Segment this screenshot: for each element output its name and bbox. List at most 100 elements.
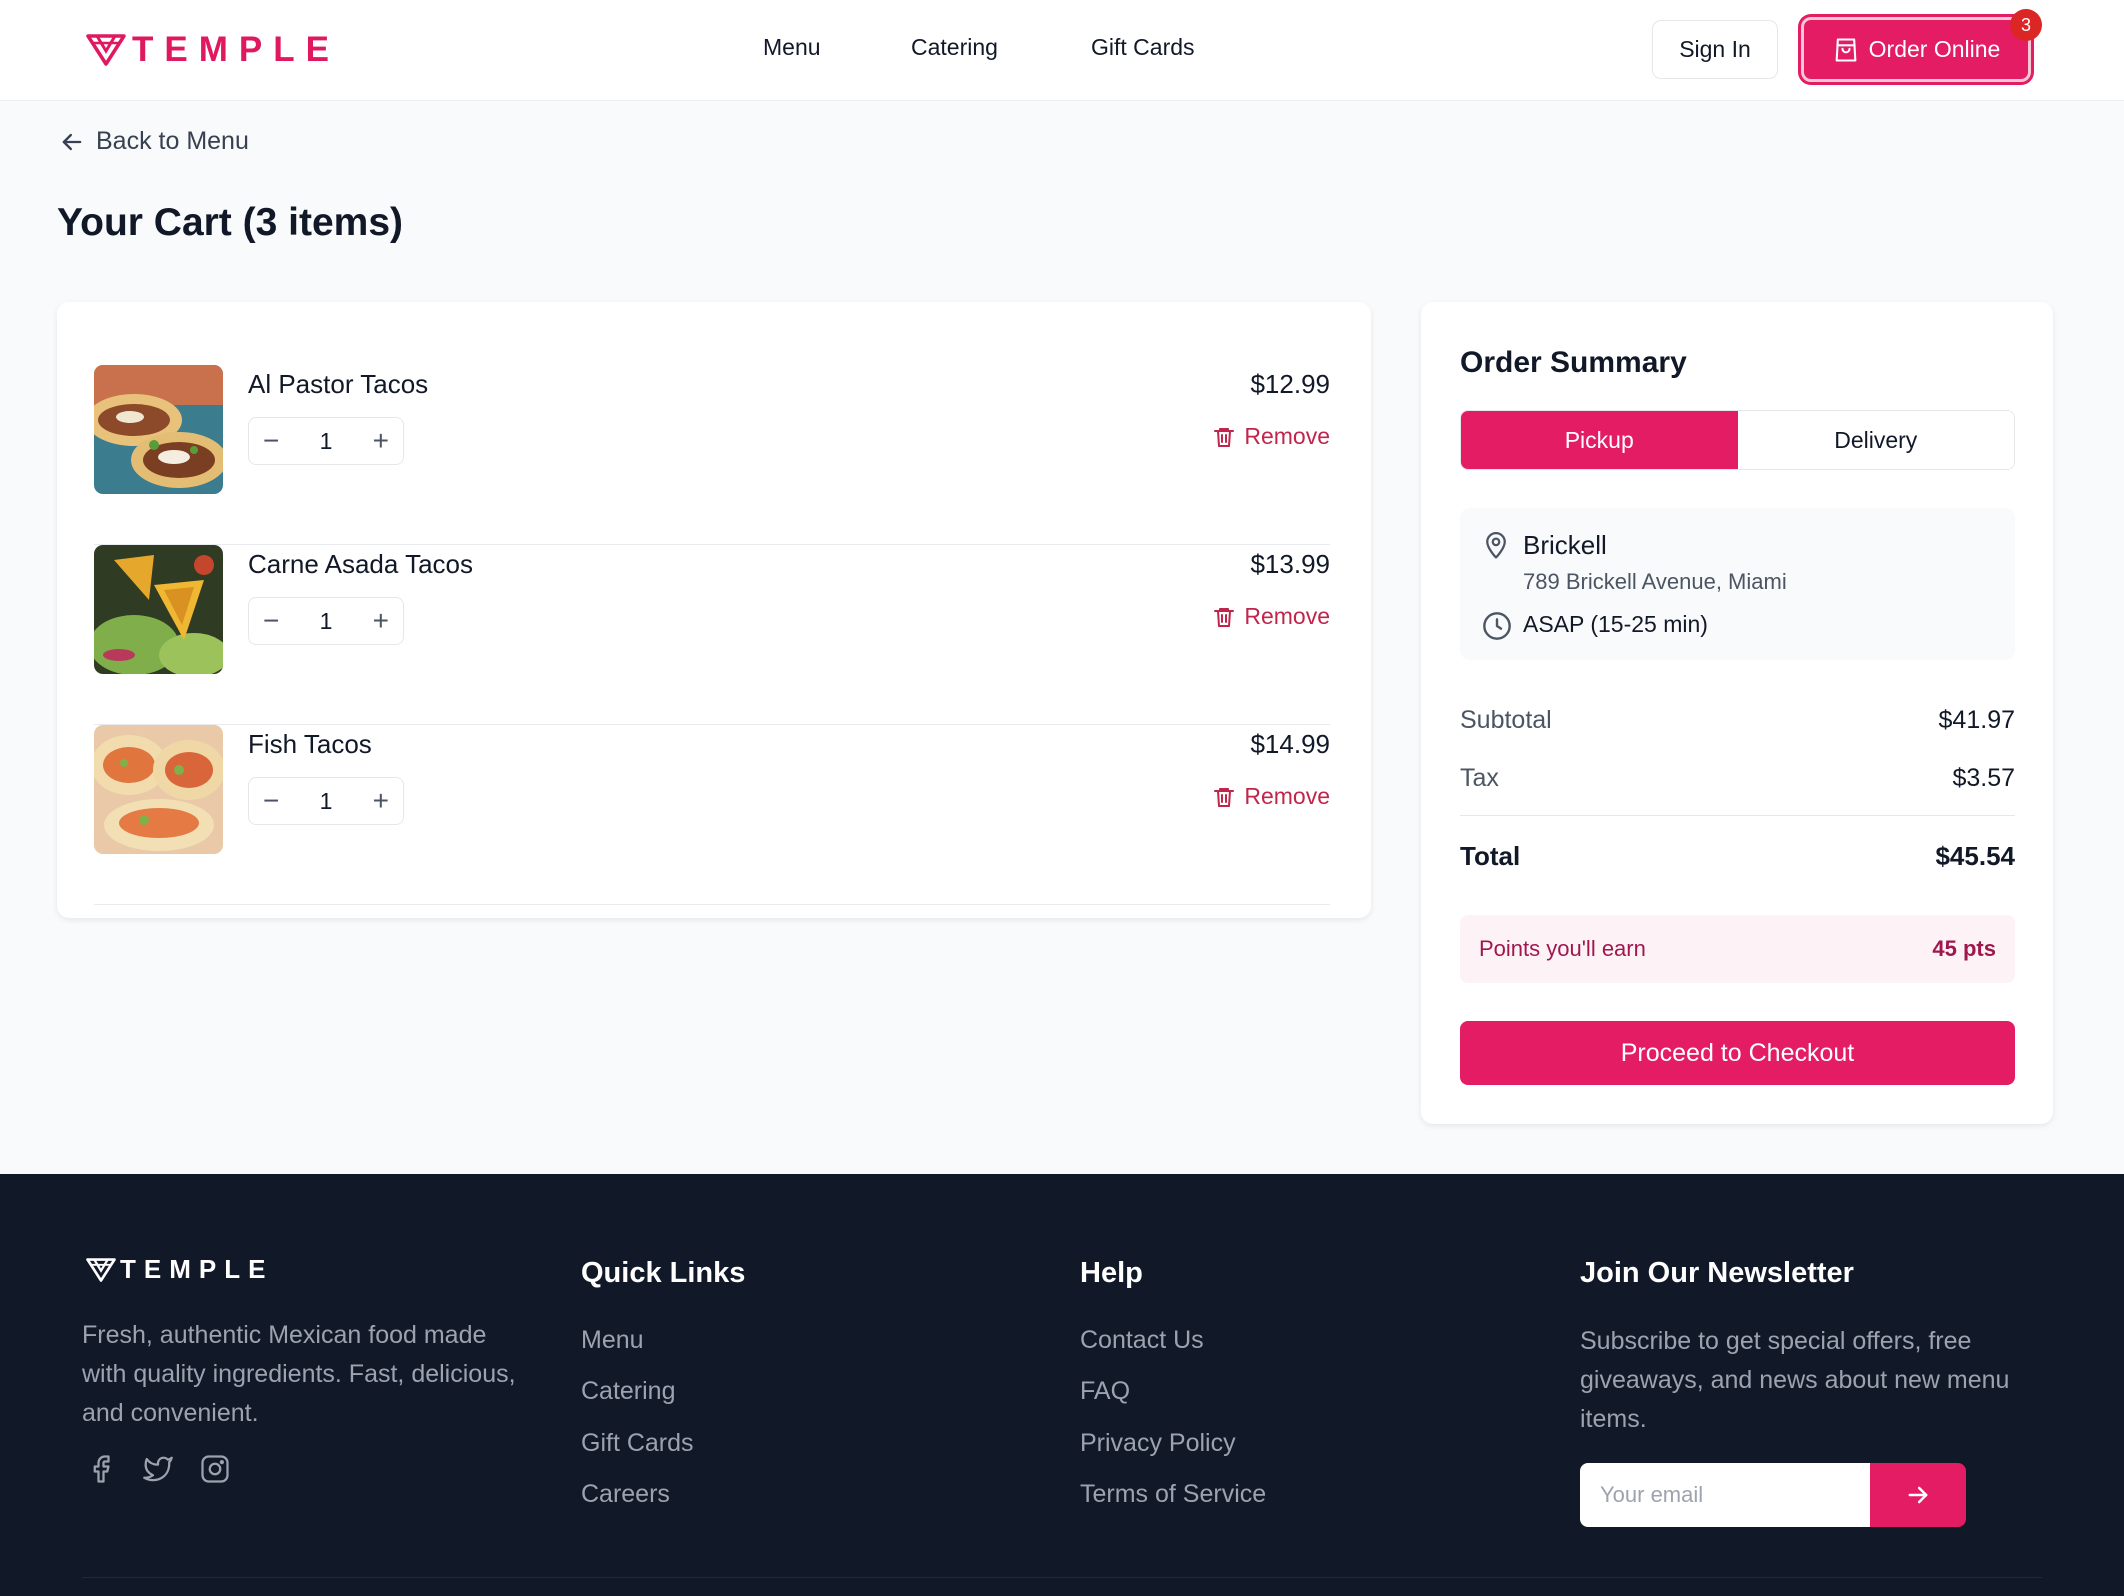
newsletter-title: Join Our Newsletter — [1580, 1257, 1854, 1289]
delivery-tab[interactable]: Delivery — [1737, 411, 2014, 469]
item-image-al-pastor — [94, 365, 223, 494]
location-address: 789 Brickell Avenue, Miami — [1523, 569, 1787, 594]
proceed-to-checkout-button[interactable]: Proceed to Checkout — [1460, 1021, 2015, 1085]
arrow-right-icon — [1908, 1486, 1928, 1504]
site-header: TEMPLE Menu Catering Gift Cards Sign In … — [0, 0, 2124, 101]
footer-link-privacy-policy[interactable]: Privacy Policy — [1080, 1429, 1236, 1458]
order-online-button[interactable]: Order Online — [1801, 17, 2031, 82]
total-row: Total $45.54 — [1460, 841, 2015, 872]
order-online-label: Order Online — [1868, 36, 2001, 62]
cart-item: Fish Tacos − 1 + $14.99 Remove — [94, 725, 1330, 905]
footer-link-contact-us[interactable]: Contact Us — [1080, 1326, 1204, 1355]
newsletter-email-input[interactable] — [1580, 1463, 1870, 1527]
help-title: Help — [1080, 1257, 1143, 1289]
twitter-icon[interactable] — [142, 1454, 174, 1484]
decrease-quantity-button[interactable]: − — [263, 787, 279, 815]
pickup-location-box: Brickell 789 Brickell Avenue, Miami ASAP… — [1460, 508, 2015, 660]
total-value: $45.54 — [1935, 841, 2015, 871]
item-price: $13.99 — [1250, 549, 1330, 579]
footer-link-gift-cards[interactable]: Gift Cards — [581, 1429, 694, 1458]
sign-in-button[interactable]: Sign In — [1652, 20, 1778, 79]
remove-label: Remove — [1244, 783, 1330, 809]
nav-menu[interactable]: Menu — [763, 34, 821, 61]
facebook-icon[interactable] — [86, 1454, 116, 1484]
order-summary-card: Order Summary Pickup Delivery Brickell 7… — [1421, 302, 2053, 1124]
pickup-time: ASAP (15-25 min) — [1523, 611, 1708, 637]
subtotal-value: $41.97 — [1938, 706, 2015, 734]
footer-link-terms-of-service[interactable]: Terms of Service — [1080, 1480, 1266, 1509]
temple-logo[interactable]: TEMPLE — [86, 30, 340, 70]
quantity-stepper: − 1 + — [248, 417, 404, 465]
cart-item: Al Pastor Tacos − 1 + $12.99 Remove — [94, 365, 1330, 545]
trash-icon — [1214, 787, 1235, 807]
page-title: Your Cart (3 items) — [57, 201, 404, 244]
quantity-value: 1 — [319, 427, 333, 454]
fulfillment-toggle: Pickup Delivery — [1460, 410, 2015, 470]
arrow-left-icon — [62, 133, 82, 150]
location-name: Brickell — [1523, 530, 1607, 560]
item-image-carne-asada — [94, 545, 223, 674]
footer-brand-name: TEMPLE — [120, 1254, 274, 1284]
shopping-bag-icon — [1835, 37, 1857, 62]
footer-divider — [82, 1577, 2042, 1578]
increase-quantity-button[interactable]: + — [373, 787, 389, 815]
nav-catering[interactable]: Catering — [911, 34, 998, 61]
back-to-menu-label: Back to Menu — [96, 127, 249, 155]
trash-icon — [1214, 427, 1235, 447]
map-pin-icon — [1486, 532, 1506, 559]
trash-icon — [1214, 607, 1235, 627]
footer-link-faq[interactable]: FAQ — [1080, 1377, 1130, 1406]
total-label: Total — [1460, 841, 1521, 871]
item-price: $14.99 — [1250, 729, 1330, 759]
clock-icon — [1483, 612, 1511, 640]
footer-description: Fresh, authentic Mexican food made with … — [82, 1321, 516, 1427]
nav-gift-cards[interactable]: Gift Cards — [1091, 34, 1195, 61]
remove-label: Remove — [1244, 603, 1330, 629]
back-to-menu-link[interactable]: Back to Menu — [58, 127, 249, 156]
remove-label: Remove — [1244, 423, 1330, 449]
tax-row: Tax $3.57 — [1460, 764, 2015, 793]
cart-count-badge: 3 — [2010, 9, 2042, 41]
points-label: Points you'll earn — [1479, 936, 1646, 961]
remove-item-button[interactable]: Remove — [1212, 423, 1330, 450]
tax-value: $3.57 — [1952, 764, 2015, 792]
quick-links-title: Quick Links — [581, 1257, 746, 1289]
newsletter-submit-button[interactable] — [1870, 1463, 1966, 1527]
summary-divider — [1460, 815, 2015, 816]
subtotal-row: Subtotal $41.97 — [1460, 706, 2015, 735]
social-links — [86, 1454, 230, 1484]
quantity-stepper: − 1 + — [248, 777, 404, 825]
footer-link-careers[interactable]: Careers — [581, 1480, 670, 1509]
cart-item: Carne Asada Tacos − 1 + $13.99 Remove — [94, 545, 1330, 725]
item-name: Fish Tacos — [248, 729, 372, 759]
quantity-stepper: − 1 + — [248, 597, 404, 645]
quantity-value: 1 — [319, 787, 333, 814]
brand-name: TEMPLE — [132, 30, 340, 69]
footer-logo[interactable]: TEMPLE — [86, 1254, 273, 1285]
item-name: Al Pastor Tacos — [248, 369, 429, 399]
decrease-quantity-button[interactable]: − — [263, 427, 279, 455]
temple-logo-icon — [86, 1257, 116, 1282]
increase-quantity-button[interactable]: + — [373, 427, 389, 455]
pickup-tab[interactable]: Pickup — [1461, 411, 1738, 469]
item-image-fish-tacos — [94, 725, 223, 854]
footer-link-catering[interactable]: Catering — [581, 1377, 676, 1406]
order-summary-title: Order Summary — [1460, 346, 1687, 379]
instagram-icon[interactable] — [200, 1454, 230, 1484]
newsletter-description: Subscribe to get special offers, free gi… — [1580, 1327, 2010, 1433]
quantity-value: 1 — [319, 607, 333, 634]
site-footer: TEMPLE Fresh, authentic Mexican food mad… — [0, 1174, 2124, 1596]
points-value: 45 pts — [1932, 936, 1996, 961]
increase-quantity-button[interactable]: + — [373, 607, 389, 635]
tax-label: Tax — [1460, 764, 1499, 792]
footer-link-menu[interactable]: Menu — [581, 1326, 644, 1355]
item-name: Carne Asada Tacos — [248, 549, 473, 579]
decrease-quantity-button[interactable]: − — [263, 607, 279, 635]
cart-items-card: Al Pastor Tacos − 1 + $12.99 Remove Carn… — [57, 302, 1371, 918]
remove-item-button[interactable]: Remove — [1212, 783, 1330, 810]
subtotal-label: Subtotal — [1460, 706, 1552, 734]
remove-item-button[interactable]: Remove — [1212, 603, 1330, 630]
item-price: $12.99 — [1250, 369, 1330, 399]
temple-logo-icon — [86, 34, 126, 66]
points-earned-box: Points you'll earn 45 pts — [1460, 915, 2015, 983]
